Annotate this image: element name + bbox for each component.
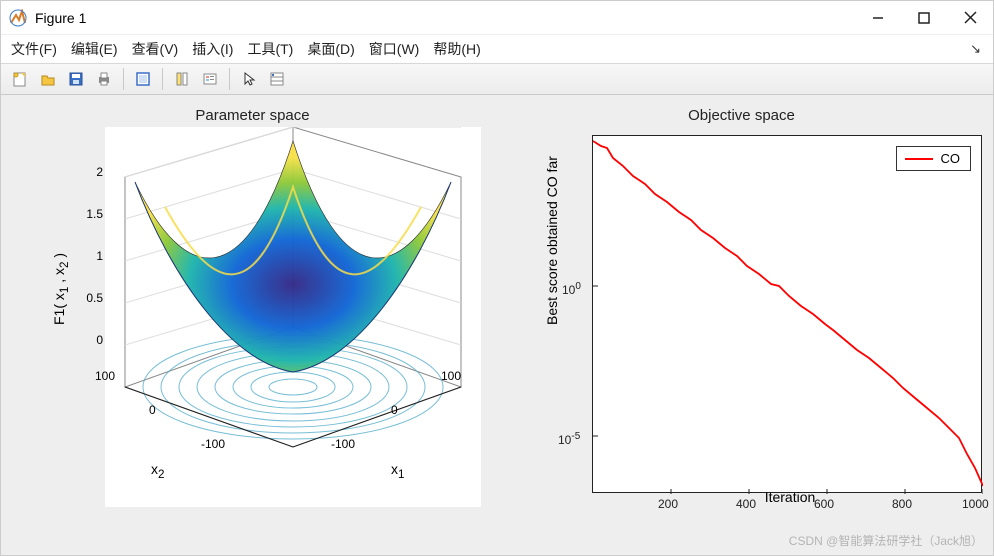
z-tick: 0.5	[73, 291, 103, 305]
x-tick: 400	[736, 497, 756, 511]
x-tick: 200	[658, 497, 678, 511]
menu-edit[interactable]: 编辑(E)	[71, 39, 118, 59]
window-title: Figure 1	[35, 10, 855, 26]
y-tick: 10-5	[558, 431, 580, 447]
insert-colorbar-button[interactable]	[169, 67, 195, 91]
pointer-button[interactable]	[236, 67, 262, 91]
objective-space-panel: Objective space Best score obtained CO f…	[510, 113, 973, 537]
menu-help[interactable]: 帮助(H)	[433, 39, 480, 59]
z-tick: 1	[73, 249, 103, 263]
plot-title-right: Objective space	[510, 107, 973, 124]
titlebar: Figure 1	[1, 1, 993, 35]
x-axis-label-right: Iteration	[765, 489, 816, 505]
toolbar-separator	[123, 68, 124, 90]
minimize-button[interactable]	[855, 1, 901, 35]
y-tick: 100	[95, 369, 115, 383]
x-tick: 1000	[962, 497, 989, 511]
edit-plot-button[interactable]	[130, 67, 156, 91]
z-tick: 1.5	[73, 207, 103, 221]
open-button[interactable]	[35, 67, 61, 91]
y-axis-label: x2	[151, 461, 164, 481]
x-tick: 800	[892, 497, 912, 511]
properties-button[interactable]	[264, 67, 290, 91]
toolbar-separator	[229, 68, 230, 90]
z-tick: 2	[73, 165, 103, 179]
insert-legend-button[interactable]	[197, 67, 223, 91]
z-tick: 0	[73, 333, 103, 347]
menu-file[interactable]: 文件(F)	[11, 39, 57, 59]
legend[interactable]: CO	[896, 146, 972, 171]
z-axis-label: F1( x1 , x2 )	[51, 253, 71, 325]
maximize-button[interactable]	[901, 1, 947, 35]
menu-insert[interactable]: 插入(I)	[192, 39, 233, 59]
save-button[interactable]	[63, 67, 89, 91]
menu-window[interactable]: 窗口(W)	[369, 39, 420, 59]
y-tick: 100	[562, 281, 581, 297]
legend-swatch	[905, 158, 933, 160]
x-tick: 0	[391, 403, 398, 417]
legend-label: CO	[941, 151, 961, 166]
toolbar-separator	[162, 68, 163, 90]
plot-title-left: Parameter space	[21, 107, 484, 124]
x-tick: 100	[441, 369, 461, 383]
menu-view[interactable]: 查看(V)	[132, 39, 179, 59]
menu-desktop[interactable]: 桌面(D)	[307, 39, 354, 59]
figure-area: Parameter space ×104 F1( x1 , x2 ) 2 1.5…	[1, 95, 993, 555]
menu-tools[interactable]: 工具(T)	[247, 39, 293, 59]
y-tick: -100	[201, 437, 225, 451]
x-tick: -100	[331, 437, 355, 451]
x-tick: 600	[814, 497, 834, 511]
x-axis-label: x1	[391, 461, 404, 481]
surface-plot	[105, 127, 481, 507]
dock-icon[interactable]: ↘	[970, 41, 981, 57]
y-axis-label-right: Best score obtained CO far	[544, 156, 560, 325]
convergence-line	[593, 136, 983, 494]
print-button[interactable]	[91, 67, 117, 91]
y-tick: 0	[149, 403, 156, 417]
close-button[interactable]	[947, 1, 993, 35]
new-figure-button[interactable]	[7, 67, 33, 91]
parameter-space-panel: Parameter space ×104 F1( x1 , x2 ) 2 1.5…	[21, 113, 484, 537]
matlab-logo-icon	[9, 9, 27, 27]
window-controls	[855, 1, 993, 35]
toolbar	[1, 63, 993, 95]
surface-axes[interactable]	[105, 127, 481, 507]
line-axes[interactable]: CO	[592, 135, 982, 493]
menu-bar: 文件(F) 编辑(E) 查看(V) 插入(I) 工具(T) 桌面(D) 窗口(W…	[1, 35, 993, 63]
